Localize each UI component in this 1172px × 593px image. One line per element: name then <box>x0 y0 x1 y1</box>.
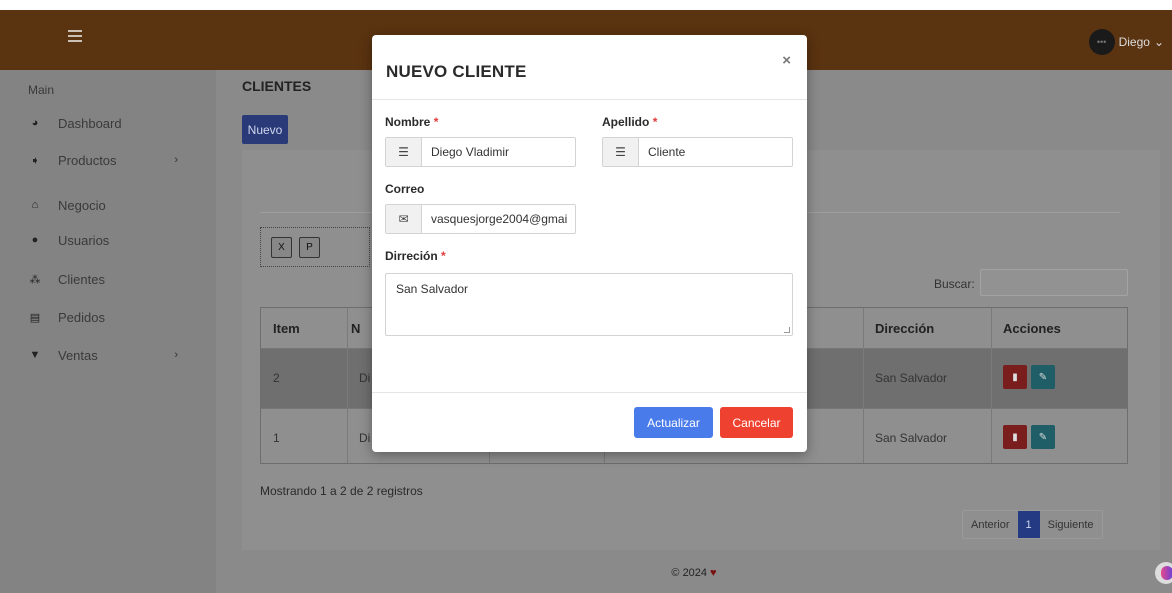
column-divider <box>347 308 348 463</box>
sidebar-item-label: Dashboard <box>58 115 122 131</box>
required-mark: * <box>433 115 439 129</box>
cart-icon: ▼ <box>29 349 41 361</box>
edit-icon[interactable]: ✎ <box>1031 365 1055 389</box>
label-text: Apellido <box>602 115 650 129</box>
sidebar-item-label: Usuarios <box>58 232 110 248</box>
nombre-input[interactable]: Diego Vladimir <box>422 138 575 166</box>
column-divider <box>991 308 992 463</box>
direccion-value: San Salvador <box>396 282 469 296</box>
list-icon: ☰ <box>386 138 422 166</box>
sidebar-section-label: Main <box>28 83 55 97</box>
sidebar-item-label: Productos <box>58 152 117 168</box>
edit-icon[interactable]: ✎ <box>1031 425 1055 449</box>
sidebar-item-ventas[interactable]: ▼ Ventas › <box>28 344 178 366</box>
column-header-direccion[interactable]: Dirección <box>875 308 934 348</box>
page-1-button[interactable]: 1 <box>1017 511 1040 538</box>
user-menu[interactable]: ••• Diego ⌄ <box>1088 29 1164 55</box>
cell-item: 2 <box>273 371 280 385</box>
user-icon: ● <box>31 234 39 246</box>
assistant-icon[interactable] <box>1155 562 1172 584</box>
apellido-input[interactable]: Cliente <box>639 138 792 166</box>
cell-direccion: San Salvador <box>875 431 948 445</box>
label-text: Nombre <box>385 115 431 129</box>
label-text: Dirreción <box>385 249 438 263</box>
nombre-field[interactable]: ☰ Diego Vladimir <box>385 137 576 167</box>
list-icon: ▤ <box>29 311 41 324</box>
new-client-button[interactable]: Nuevo <box>242 115 288 144</box>
header-label: Item <box>273 320 300 336</box>
header-label: Acciones <box>1003 320 1061 336</box>
excel-export-icon[interactable]: X <box>271 236 292 258</box>
nombre-label: Nombre * <box>385 115 438 129</box>
heart-icon: ♥ <box>710 567 717 579</box>
sidebar-item-productos[interactable]: ➧ Productos › <box>28 149 178 171</box>
user-name: Diego <box>1118 35 1150 49</box>
pagination: Anterior 1 Siguiente <box>962 510 1103 539</box>
apellido-label: Apellido * <box>602 115 657 129</box>
required-mark: * <box>652 115 658 129</box>
avatar: ••• <box>1088 29 1115 55</box>
sidebar-item-label: Clientes <box>58 271 105 287</box>
cell-nombre: Di <box>359 431 371 445</box>
footer: © 2024 ♥ <box>216 553 1172 593</box>
search-label: Buscar: <box>934 277 975 291</box>
pie-chart-icon: ◕ <box>31 117 39 129</box>
correo-field[interactable]: ✉ vasquesjorge2004@gmai <box>385 204 576 234</box>
resize-handle[interactable] <box>784 327 790 333</box>
prev-page-button[interactable]: Anterior <box>963 511 1018 538</box>
correo-label: Correo <box>385 182 425 196</box>
sidebar-item-label: Ventas <box>58 347 98 363</box>
menu-toggle-icon[interactable] <box>68 30 82 42</box>
column-divider <box>863 308 864 463</box>
users-icon: ⁂ <box>29 273 41 286</box>
cell-direccion: San Salvador <box>875 371 948 385</box>
column-header-acciones: Acciones <box>1003 308 1061 348</box>
next-page-button[interactable]: Siguiente <box>1040 511 1102 538</box>
sidebar-item-dashboard[interactable]: ◕ Dashboard <box>28 112 178 134</box>
sidebar-item-label: Negocio <box>58 197 106 213</box>
chevron-right-icon: › <box>174 154 178 166</box>
update-button[interactable]: Actualizar <box>634 407 713 438</box>
divider <box>372 392 807 393</box>
new-client-modal: NUEVO CLIENTE × Nombre * ☰ Diego Vladimi… <box>372 35 807 452</box>
row-actions: ▮ ✎ <box>1003 365 1055 389</box>
home-icon: ⌂ <box>31 199 39 211</box>
pdf-export-icon[interactable]: P <box>299 236 320 258</box>
direccion-label: Dirreción * <box>385 249 446 263</box>
row-actions: ▮ ✎ <box>1003 425 1055 449</box>
list-icon: ☰ <box>603 138 639 166</box>
search-input[interactable] <box>980 269 1128 296</box>
modal-title: NUEVO CLIENTE <box>386 62 527 81</box>
sidebar-item-clientes[interactable]: ⁂ Clientes <box>28 268 178 290</box>
footer-text: © 2024 <box>671 567 708 579</box>
cancel-button[interactable]: Cancelar <box>720 407 793 438</box>
sidebar-item-negocio[interactable]: ⌂ Negocio <box>28 194 178 216</box>
page-title: CLIENTES <box>242 78 312 94</box>
cell-item: 1 <box>273 431 280 445</box>
delete-icon[interactable]: ▮ <box>1003 425 1027 449</box>
cell-nombre: Di <box>359 371 371 385</box>
envelope-icon: ✉ <box>386 205 422 233</box>
tag-icon: ➧ <box>30 154 40 167</box>
direccion-textarea[interactable]: San Salvador <box>385 273 793 336</box>
sidebar: Main ◕ Dashboard ➧ Productos › ⌂ Negocio… <box>0 70 216 593</box>
delete-icon[interactable]: ▮ <box>1003 365 1027 389</box>
close-icon[interactable]: × <box>782 52 791 69</box>
required-mark: * <box>441 249 446 263</box>
apellido-field[interactable]: ☰ Cliente <box>602 137 793 167</box>
sidebar-item-usuarios[interactable]: ● Usuarios <box>28 229 178 251</box>
divider <box>372 99 807 100</box>
column-header-nombre[interactable]: N <box>351 308 360 348</box>
chevron-right-icon: › <box>174 349 178 361</box>
header-label: Dirección <box>875 320 935 336</box>
table-info: Mostrando 1 a 2 de 2 registros <box>260 484 423 498</box>
sidebar-item-label: Pedidos <box>58 309 105 325</box>
correo-input[interactable]: vasquesjorge2004@gmai <box>422 205 575 233</box>
export-buttons: X P <box>260 227 370 267</box>
sidebar-item-pedidos[interactable]: ▤ Pedidos <box>28 306 178 328</box>
column-header-item[interactable]: Item <box>273 308 300 348</box>
header-label: N <box>351 320 361 336</box>
chevron-down-icon: ⌄ <box>1153 35 1164 49</box>
